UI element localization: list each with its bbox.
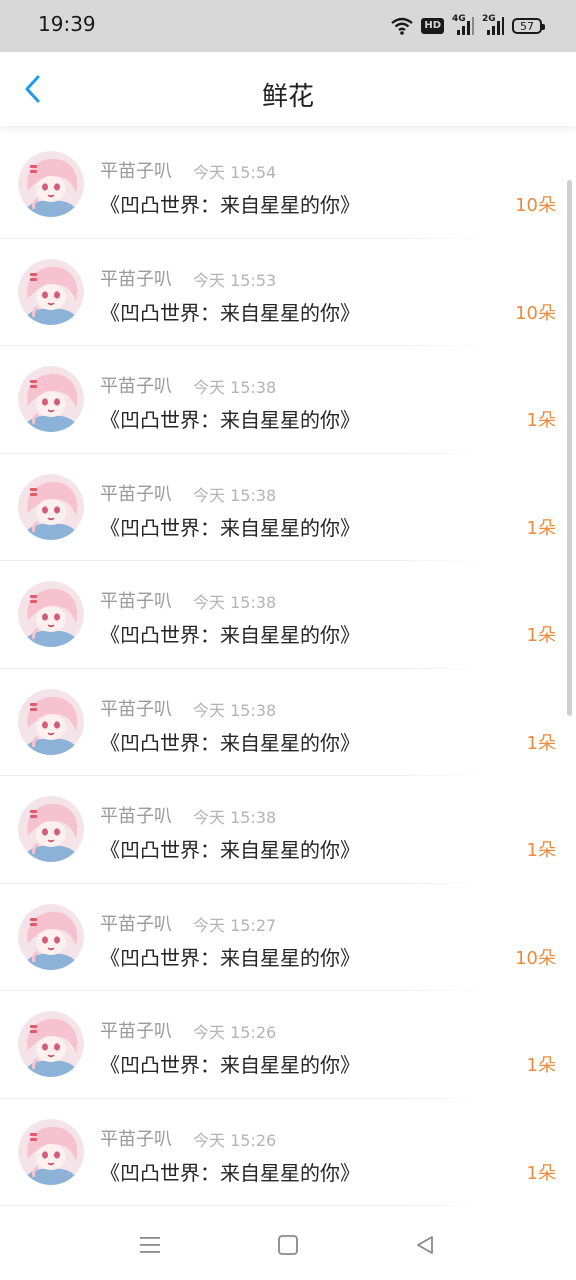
avatar-image [18, 1011, 84, 1077]
avatar[interactable] [18, 258, 84, 325]
network-2g-label: 2G [482, 14, 496, 24]
book-title: 《凹凸世界：来自星星的你》 [100, 300, 360, 325]
book-title: 《凹凸世界：来自星星的你》 [100, 193, 360, 217]
status-icons: HD 4G 2G 57 [391, 13, 545, 39]
avatar[interactable] [18, 366, 84, 432]
sender-name: 平苗子叭 [100, 483, 172, 505]
timestamp: 今天 15:27 [193, 915, 277, 935]
network-4g-label: 4G [452, 14, 466, 24]
avatar[interactable] [18, 796, 84, 862]
system-nav-bar [0, 1210, 576, 1280]
sender-name: 平苗子叭 [100, 1021, 172, 1042]
timestamp: 今天 15:26 [193, 1023, 277, 1042]
menu-icon [140, 1237, 160, 1253]
timestamp: 今天 15:38 [193, 485, 277, 505]
list-item[interactable]: 平苗子叭 今天 15:38 《凹凸世界：来自星星的你》 1朵 [0, 669, 576, 776]
avatar-image [18, 581, 84, 647]
sender-name: 平苗子叭 [100, 376, 172, 397]
sender-name: 平苗子叭 [100, 268, 172, 290]
timestamp: 今天 15:38 [193, 593, 277, 612]
book-title: 《凹凸世界：来自星星的你》 [100, 623, 360, 647]
avatar[interactable] [18, 1118, 84, 1185]
avatar-image [18, 151, 84, 217]
list-item[interactable]: 平苗子叭 今天 15:54 《凹凸世界：来自星星的你》 10朵 [0, 131, 576, 239]
list-item[interactable]: 平苗子叭 今天 15:38 《凹凸世界：来自星星的你》 1朵 [0, 561, 576, 669]
flower-amount: 1朵 [526, 410, 556, 431]
book-title: 《凹凸世界：来自星星的你》 [100, 515, 360, 540]
timestamp: 今天 15:26 [193, 1130, 277, 1150]
list-item[interactable]: 平苗子叭 今天 15:38 《凹凸世界：来自星星的你》 1朵 [0, 776, 576, 884]
flower-amount: 10朵 [515, 947, 556, 969]
list-item[interactable]: 平苗子叭 今天 15:38 《凹凸世界：来自星星的你》 1朵 [0, 346, 576, 454]
page-title: 鲜花 [261, 82, 314, 112]
avatar-image [18, 903, 84, 970]
book-title: 《凹凸世界：来自星星的你》 [100, 408, 360, 432]
avatar[interactable] [18, 688, 84, 755]
list-item[interactable]: 平苗子叭 今天 15:26 《凹凸世界：来自星星的你》 1朵 [0, 1099, 576, 1206]
status-time: 19:39 [38, 12, 96, 36]
book-title: 《凹凸世界：来自星星的你》 [100, 1160, 360, 1185]
sender-name: 平苗子叭 [100, 913, 172, 935]
flower-amount: 1朵 [526, 625, 556, 646]
status-bar: 19:39 HD 4G 2G 57 [0, 0, 576, 52]
avatar-image [18, 796, 84, 862]
list-item[interactable]: 平苗子叭 今天 15:38 《凹凸世界：来自星星的你》 1朵 [0, 454, 576, 561]
timestamp: 今天 15:38 [193, 808, 277, 827]
avatar-image [18, 1118, 84, 1185]
book-title: 《凹凸世界：来自星星的你》 [100, 838, 360, 862]
system-back-button[interactable] [410, 1230, 440, 1260]
sender-name: 平苗子叭 [100, 698, 172, 720]
signal-2g-icon: 2G [482, 14, 504, 36]
home-button[interactable] [273, 1230, 303, 1260]
flower-amount: 10朵 [515, 195, 556, 216]
avatar[interactable] [18, 1011, 84, 1077]
avatar-image [18, 366, 84, 432]
timestamp: 今天 15:53 [193, 270, 277, 290]
timestamp: 今天 15:38 [193, 700, 277, 720]
avatar[interactable] [18, 903, 84, 970]
header: 鲜花 [0, 52, 576, 127]
book-title: 《凹凸世界：来自星星的你》 [100, 945, 360, 970]
battery-level: 57 [520, 19, 534, 33]
timestamp: 今天 15:54 [193, 163, 277, 182]
list-item[interactable]: 平苗子叭 今天 15:53 《凹凸世界：来自星星的你》 10朵 [0, 239, 576, 346]
wifi-icon [391, 17, 414, 35]
scrollbar[interactable] [567, 180, 572, 716]
flower-amount: 1朵 [526, 732, 556, 754]
avatar[interactable] [18, 151, 84, 217]
menu-button[interactable] [135, 1230, 165, 1260]
avatar-image [18, 473, 84, 540]
avatar[interactable] [18, 581, 84, 647]
avatar[interactable] [18, 473, 84, 540]
sender-name: 平苗子叭 [100, 1128, 172, 1150]
flower-amount: 1朵 [526, 517, 556, 539]
timestamp: 今天 15:38 [193, 378, 277, 397]
sender-name: 平苗子叭 [100, 591, 172, 612]
avatar-image [18, 688, 84, 755]
battery-icon: 57 [512, 18, 545, 34]
list-item[interactable]: 平苗子叭 今天 15:27 《凹凸世界：来自星星的你》 10朵 [0, 884, 576, 991]
flower-list: 平苗子叭 今天 15:54 《凹凸世界：来自星星的你》 10朵 平苗子叭 今天 … [0, 131, 576, 1206]
list-item[interactable]: 平苗子叭 今天 15:26 《凹凸世界：来自星星的你》 1朵 [0, 991, 576, 1099]
triangle-back-icon [417, 1236, 433, 1254]
flower-amount: 10朵 [515, 302, 556, 324]
flower-amount: 1朵 [526, 840, 556, 861]
flower-amount: 1朵 [526, 1055, 556, 1076]
flower-amount: 1朵 [526, 1162, 556, 1184]
avatar-image [18, 258, 84, 325]
hd-badge: HD [421, 18, 444, 34]
sender-name: 平苗子叭 [100, 161, 172, 182]
signal-4g-icon: 4G [452, 14, 474, 36]
book-title: 《凹凸世界：来自星星的你》 [100, 1053, 360, 1077]
divider [0, 1205, 490, 1206]
sender-name: 平苗子叭 [100, 806, 172, 827]
square-home-icon [278, 1235, 298, 1255]
book-title: 《凹凸世界：来自星星的你》 [100, 730, 360, 755]
